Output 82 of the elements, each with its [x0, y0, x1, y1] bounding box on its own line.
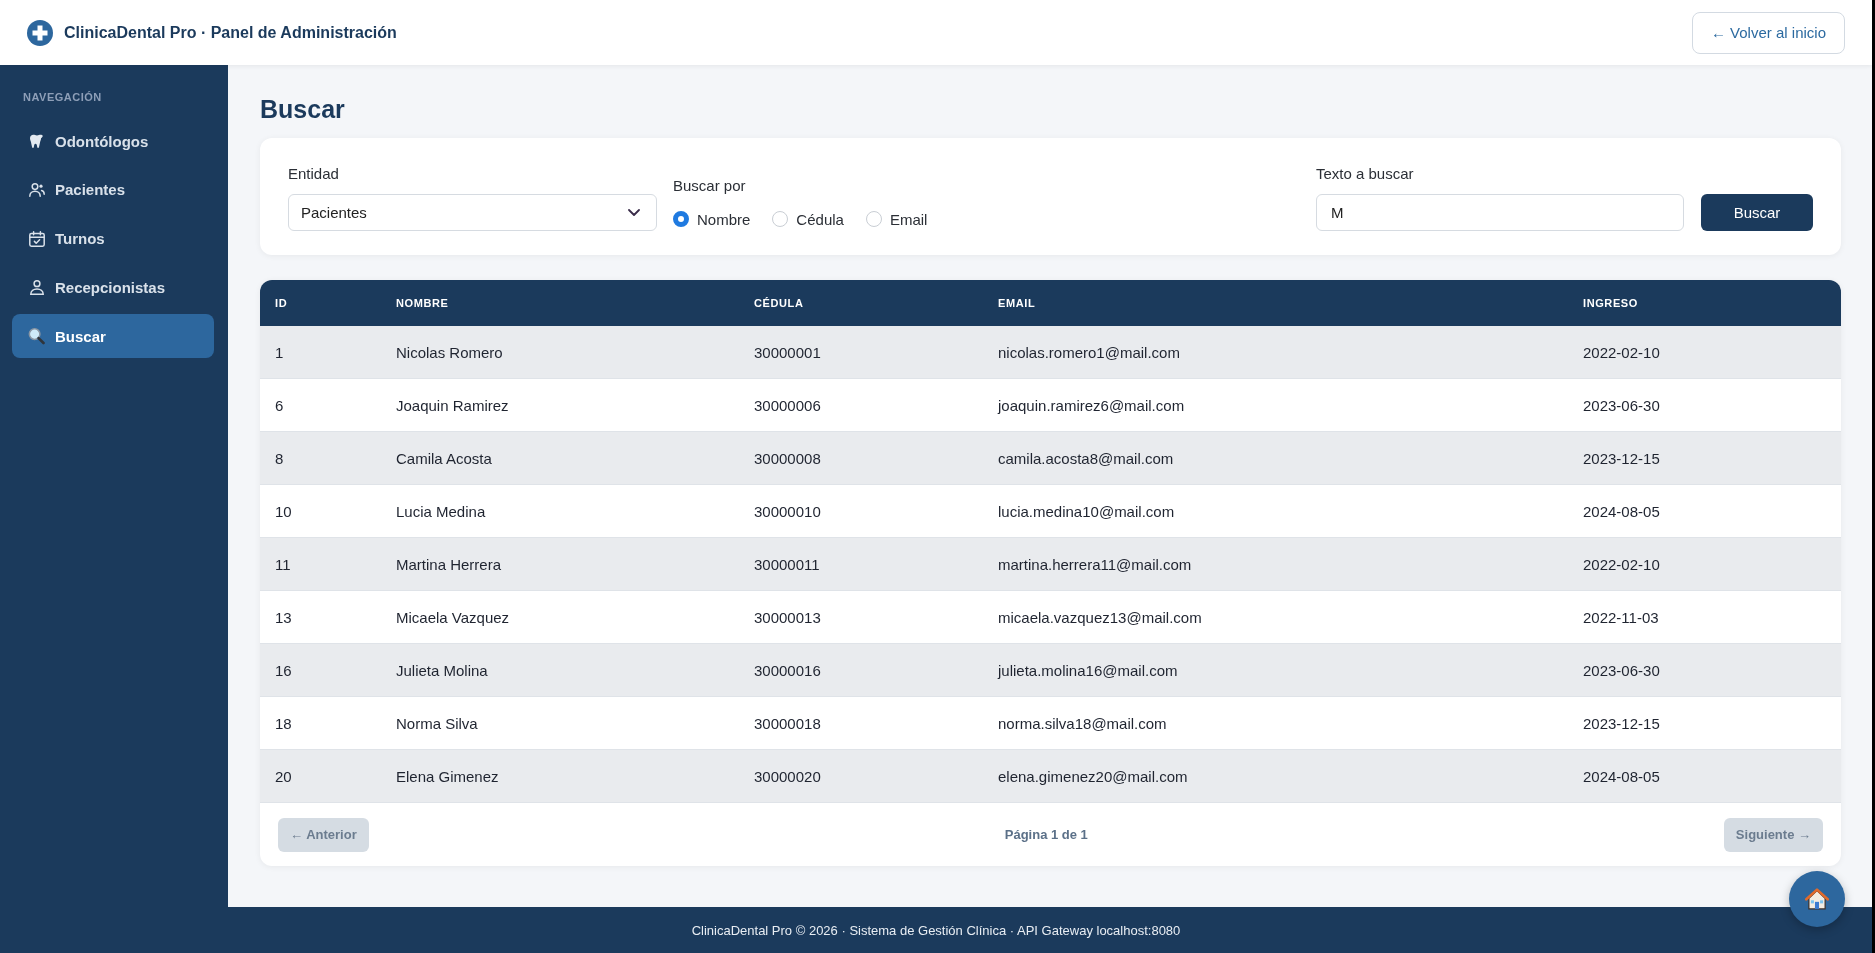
table-cell-text: 13 — [274, 608, 292, 626]
users-icon — [28, 182, 45, 197]
radio-label: Nombre — [697, 210, 751, 228]
tooth-icon — [29, 132, 44, 150]
field-label: Texto a buscar — [1316, 164, 1414, 184]
table-cell-text: 2023-06-30 — [1582, 396, 1660, 414]
table-cell-text: 30000013 — [753, 608, 821, 626]
plus-circle-icon — [27, 19, 53, 46]
table-cell-text: 2022-11-03 — [1582, 608, 1659, 626]
table-cell-text: elena.gimenez20@mail.com — [997, 767, 1188, 785]
sidebar-item[interactable]: Odontólogos — [12, 119, 214, 163]
table-cell-text: 30000006 — [753, 396, 821, 414]
table-cell-text: 30000020 — [753, 767, 821, 785]
chevron-down-icon — [628, 209, 640, 216]
column-header: INGRESO — [1582, 297, 1638, 309]
table-cell-text: 18 — [274, 714, 292, 732]
table-cell-text: julieta.molina16@mail.com — [996, 661, 1178, 679]
app-title: ClinicaDental Pro · Panel de Administración — [64, 23, 397, 42]
footer-text: ClinicaDental Pro © 2026 · Sistema de Gestión Clínica · API Gateway localhost:8080 — [691, 922, 1181, 938]
table-cell-text: 16 — [274, 661, 292, 679]
table-cell-text: 2023-12-15 — [1582, 449, 1660, 467]
field-label: Entidad — [288, 164, 339, 184]
table-cell-text: joaquin.ramirez6@mail.com — [996, 396, 1185, 414]
table-cell-text: 30000001 — [753, 343, 821, 361]
radio-button[interactable] — [673, 211, 689, 227]
table-cell-text: 8 — [274, 449, 284, 467]
column-header: NOMBRE — [395, 297, 449, 309]
table-cell-text: norma.silva18@mail.com — [997, 714, 1167, 732]
table-cell-text: 2024-08-05 — [1582, 767, 1660, 785]
column-header: CÉDULA — [753, 297, 804, 309]
table-cell-text: 2022-02-10 — [1582, 343, 1660, 361]
table-cell-text: 2023-12-15 — [1582, 714, 1660, 732]
page-title: Buscar — [260, 94, 345, 125]
calendar-check-icon — [28, 230, 45, 247]
sidebar-item[interactable]: Turnos — [12, 216, 214, 261]
table-cell-text: Joaquin Ramirez — [395, 396, 509, 414]
radio-button[interactable] — [865, 211, 882, 227]
table-cell-text: martina.herrera11@mail.com — [997, 555, 1192, 573]
table-cell-text: Elena Gimenez — [395, 767, 499, 785]
table-cell-text: 30000011 — [753, 555, 820, 573]
house-icon — [1805, 888, 1829, 910]
entity-select[interactable]: Pacientes — [288, 194, 657, 231]
table-cell-text: 30000008 — [753, 449, 821, 467]
sidebar-item[interactable]: Recepcionistas — [12, 265, 214, 310]
table-cell-text: 6 — [274, 396, 284, 414]
search-input[interactable]: M — [1316, 194, 1684, 231]
table-cell-text: 30000016 — [753, 661, 821, 679]
table-cell-text: 30000018 — [753, 714, 821, 732]
table-cell-text: 20 — [274, 767, 292, 785]
table-cell-text: 30000010 — [753, 502, 821, 520]
back-button[interactable]: ← Volver al inicio — [1691, 11, 1845, 54]
table-cell-text: Micaela Vazquez — [395, 608, 510, 626]
table-cell-text: Julieta Molina — [395, 661, 488, 679]
column-header: ID — [274, 297, 288, 309]
table-cell-text: Martina Herrera — [395, 555, 502, 573]
table-cell-text: lucia.medina10@mail.com — [997, 502, 1175, 520]
home-button[interactable] — [1789, 871, 1845, 927]
sidebar-item[interactable]: Pacientes — [12, 167, 214, 212]
table-cell-text: micaela.vazquez13@mail.com — [997, 608, 1202, 626]
table-cell-text: 2022-02-10 — [1582, 555, 1660, 573]
table-cell-text: 10 — [274, 502, 292, 520]
table-cell-text: Lucia Medina — [395, 502, 486, 520]
table-cell-text: camila.acosta8@mail.com — [997, 449, 1174, 467]
field-label: Buscar por — [673, 176, 746, 196]
table-cell-text: 2024-08-05 — [1582, 502, 1660, 520]
radio-label: Cédula — [796, 210, 844, 228]
sidebar-section-title: NAVEGACIÓN — [22, 90, 102, 104]
table-cell-text: Camila Acosta — [395, 449, 492, 467]
user-icon — [29, 279, 44, 295]
page-info: Página 1 de 1 — [1004, 827, 1088, 842]
table-cell-text: Norma Silva — [395, 714, 478, 732]
table-cell-text: 11 — [274, 555, 291, 573]
search-icon — [28, 327, 45, 345]
table-cell-text: 2023-06-30 — [1582, 661, 1660, 679]
table-cell-text: Nicolas Romero — [395, 343, 503, 361]
table-cell-text: 1 — [274, 343, 284, 361]
radio-label: Email — [889, 210, 928, 228]
sidebar-item[interactable]: Buscar — [12, 314, 214, 358]
column-header: EMAIL — [997, 297, 1036, 309]
radio-button[interactable] — [772, 211, 789, 227]
table-cell-text: nicolas.romero1@mail.com — [997, 343, 1180, 361]
search-button[interactable]: Buscar — [1701, 194, 1813, 231]
